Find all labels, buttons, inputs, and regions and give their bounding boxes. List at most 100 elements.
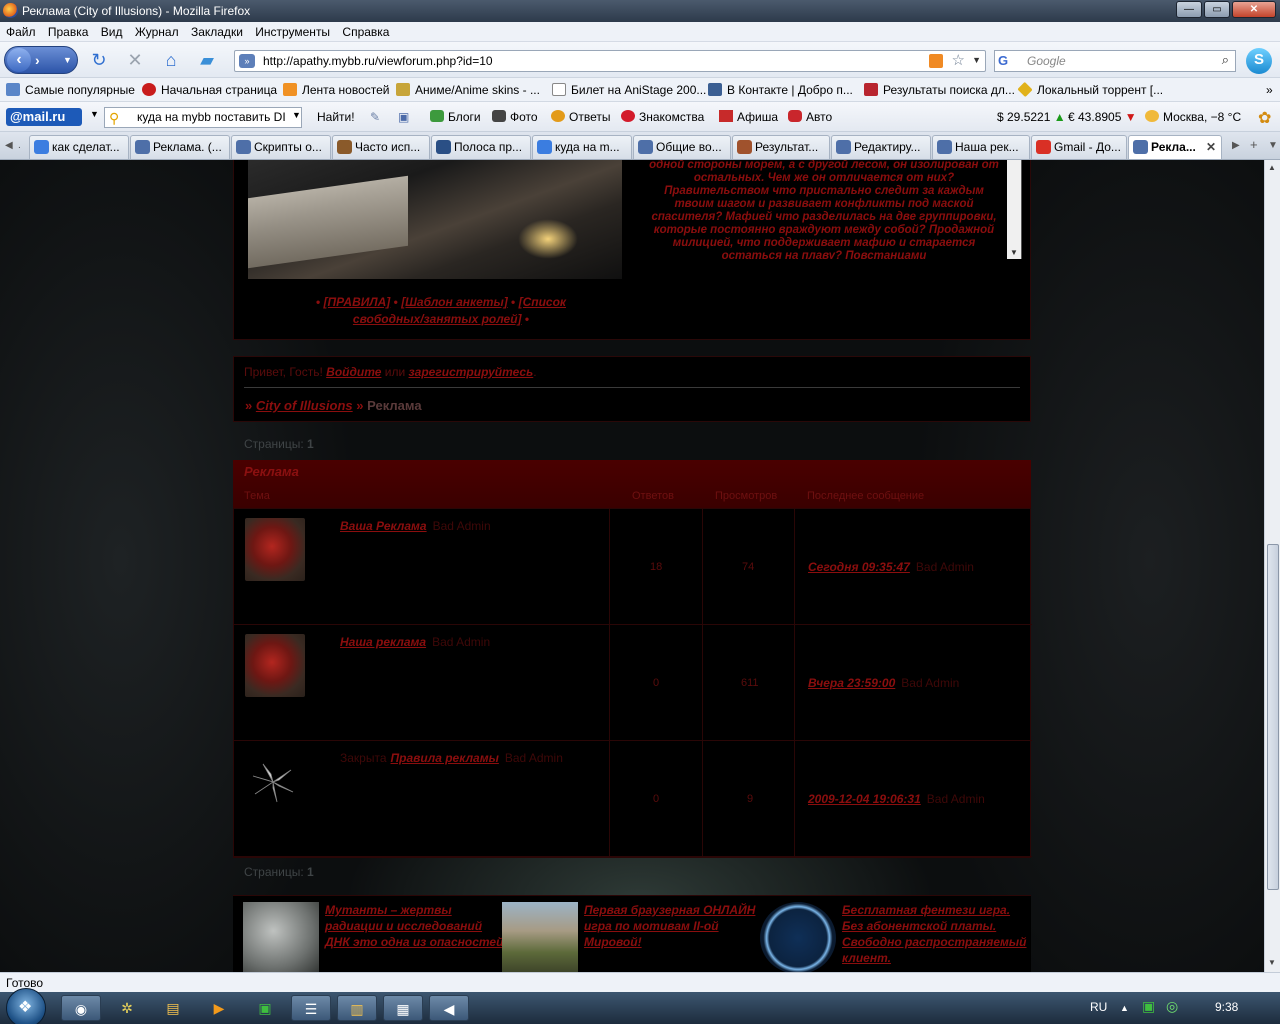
tab-6[interactable]: куда на m... [532,135,632,159]
menu-file[interactable]: Файл [0,22,39,39]
topic-link[interactable]: Правила рекламы [391,751,499,765]
mailru-menu-icon[interactable]: ▼ [90,109,99,119]
bookmark-start-page[interactable]: Начальная страница [142,83,277,97]
bookmark-most-visited[interactable]: Самые популярные [6,83,135,97]
menu-bookmarks[interactable]: Закладки [185,22,246,39]
maximize-button[interactable]: ▭ [1204,1,1230,18]
breadcrumb-forum-link[interactable]: City of Illusions [256,398,353,413]
runes-of-magic-logo[interactable] [760,902,836,972]
language-indicator[interactable]: RU [1090,1000,1107,1014]
link-afisha[interactable]: Афиша [719,110,778,124]
menu-edit[interactable]: Правка [42,22,92,39]
tab-4[interactable]: Часто исп... [332,135,430,159]
weather[interactable]: Москва, −8 °C [1145,110,1241,124]
link-answers[interactable]: Ответы [551,110,610,124]
ww2-ad-image[interactable] [502,902,578,972]
last-post-link[interactable]: Сегодня 09:35:47 [808,560,910,574]
find-button[interactable]: Найти! [317,110,355,124]
register-link[interactable]: зарегистрируйтесь [409,365,534,379]
taskbar-firefox-icon[interactable]: ◉ [61,995,101,1021]
menu-history[interactable]: Журнал [129,22,182,39]
page-number[interactable]: 1 [307,865,314,879]
screen-icon[interactable]: ▰ [196,50,218,72]
menu-view[interactable]: Вид [95,22,126,39]
new-tab-icon[interactable]: + [1250,137,1258,152]
url-dropdown-icon[interactable]: ▼ [972,55,981,65]
bookmark-anistage[interactable]: Билет на AniStage 200... [552,83,706,97]
pencil-icon[interactable]: ✎ [370,110,380,124]
rules-link[interactable]: [ПРАВИЛА] [324,295,391,309]
page-number[interactable]: 1 [307,437,314,451]
tab-11[interactable]: Gmail - До... [1031,135,1127,159]
bookmark-anime-skins[interactable]: Аниме/Anime skins - ... [396,83,540,97]
last-post-link[interactable]: Вчера 23:59:00 [808,676,895,690]
link-photo[interactable]: Фото [492,110,538,124]
menu-tools[interactable]: Инструменты [249,22,333,39]
tray-green-icon[interactable]: ▣ [1142,998,1155,1015]
topic-row[interactable]: Наша реклама Bad Admin 0 611 Вчера 23:59:… [234,625,1032,741]
story-scroll-down-icon[interactable]: ▼ [1010,248,1018,257]
link-blogs[interactable]: Блоги [430,110,481,124]
scroll-up-icon[interactable]: ▲ [1268,163,1276,172]
tab-5[interactable]: Полоса пр... [431,135,531,159]
tabs-more-left-icon[interactable]: . [18,140,21,151]
taskbar-media-icon[interactable]: ▶ [199,995,239,1021]
ad-link[interactable]: Бесплатная фентези игра. Без абонентской… [842,902,1027,966]
usd-rate[interactable]: $ 29.5221 ▲ [997,110,1066,124]
skype-icon[interactable]: S [1246,48,1272,74]
link-auto[interactable]: Авто [788,110,832,124]
bookmark-local-torrent[interactable]: Локальный торрент [... [1017,81,1163,98]
last-post-link[interactable]: 2009-12-04 19:06:31 [808,792,921,806]
topic-link[interactable]: Ваша Реклама [340,519,427,533]
start-button[interactable]: ❖ [6,988,46,1024]
history-dropdown-icon[interactable]: ▼ [63,50,72,70]
ad-link[interactable]: Мутанты – жертвы радиации и исследований… [325,902,505,950]
story-box[interactable]: одной стороны морем, а с другой лесом, о… [634,160,1022,259]
bookmark-star-icon[interactable]: ☆ [952,51,965,69]
reload-icon[interactable]: ↻ [88,50,110,72]
address-bar[interactable]: » http://apathy.mybb.ru/viewforum.php?id… [234,50,986,72]
mailru-search-input[interactable]: ⚲ куда на mybb поставить DI [104,107,302,128]
minimize-button[interactable]: — [1176,1,1202,18]
tab-12-active[interactable]: Рекла... ✕ [1128,135,1222,159]
topic-row[interactable]: Закрыта Правила рекламы Bad Admin 0 9 2009… [234,741,1032,857]
story-scrollbar[interactable]: ▼ [1007,160,1021,259]
taskbar-sound-icon[interactable]: ◀ [429,995,469,1021]
close-button[interactable]: ✕ [1232,1,1276,18]
scroll-down-icon[interactable]: ▼ [1268,958,1276,967]
taskbar-explorer-icon[interactable]: ▥ [337,995,377,1021]
url-text[interactable]: http://apathy.mybb.ru/viewforum.php?id=1… [263,54,493,68]
tab-1[interactable]: как сделат... [29,135,129,159]
link-dating[interactable]: Знакомства [621,110,704,124]
mailru-logo[interactable]: @mail.ru [6,108,82,126]
tabs-scroll-right-icon[interactable]: ▶ [1232,140,1240,151]
taskbar-folder-icon[interactable]: ▤ [153,995,193,1021]
search-box[interactable]: G Google ⌕ [994,50,1236,72]
topic-row[interactable]: Ваша Реклама Bad Admin 18 74 Сегодня 09:3… [234,509,1032,625]
mailru-search-dropdown-icon[interactable]: ▼ [292,110,301,120]
login-link[interactable]: Войдите [326,365,381,379]
back-icon[interactable]: ‹ [7,48,31,72]
tab-8[interactable]: Результат... [732,135,830,159]
rss-icon[interactable] [929,54,943,68]
taskbar-video-icon[interactable]: ▦ [383,995,423,1021]
bookmark-search-results[interactable]: Результаты поиска дл... [864,83,1015,97]
clock[interactable]: 9:38 [1215,1000,1238,1014]
home-icon[interactable]: ⌂ [160,50,182,72]
tab-7[interactable]: Общие во... [633,135,731,159]
list-tabs-icon[interactable]: ▼ [1268,140,1278,151]
forward-icon[interactable]: › [35,48,40,72]
tab-9[interactable]: Редактиру... [831,135,931,159]
scrollbar-thumb[interactable] [1267,544,1279,890]
ad-link[interactable]: Первая браузерная ОНЛАЙН игра по мотивам… [584,902,764,950]
page-scrollbar[interactable]: ▲ ▼ [1264,160,1280,972]
search-placeholder[interactable]: Google [1027,54,1066,68]
tabs-scroll-left-icon[interactable]: ◀ [5,140,13,151]
bookmarks-overflow-icon[interactable]: » [1266,83,1273,97]
tray-circle-icon[interactable]: ◎ [1166,998,1178,1015]
google-icon[interactable]: G [998,53,1020,69]
tab-2[interactable]: Реклама. (... [130,135,230,159]
settings-gear-icon[interactable]: ✿ [1258,108,1271,128]
topic-link[interactable]: Наша реклама [340,635,426,649]
tab-3[interactable]: Скрипты о... [231,135,331,159]
